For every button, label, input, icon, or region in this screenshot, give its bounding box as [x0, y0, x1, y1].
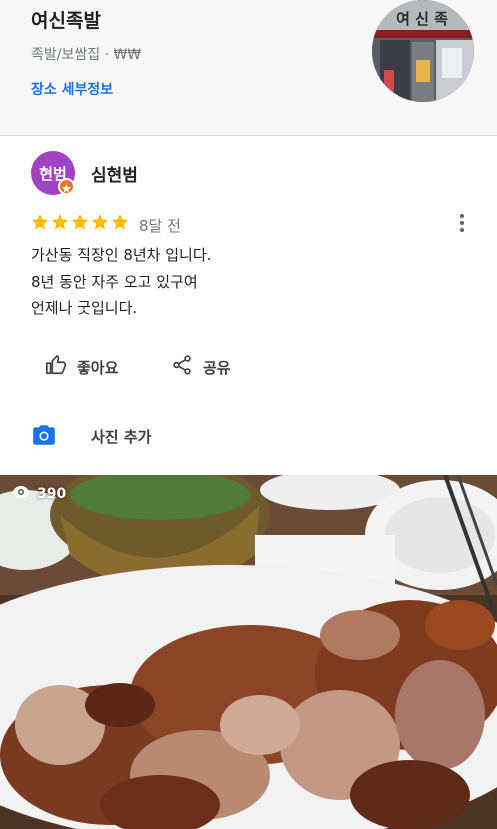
like-label: 좋아요 [77, 358, 119, 377]
local-guide-badge-icon [58, 178, 75, 195]
review-text-line: 언제나 굿입니다. [31, 299, 138, 317]
share-icon [171, 354, 193, 380]
reviewer-name[interactable]: 심현범 [91, 161, 138, 186]
like-button[interactable]: 좋아요 [45, 352, 118, 382]
place-header: 여신족발 족발/보쌈집 · ₩₩ 장소 세부정보 여 신 족 [0, 0, 497, 136]
add-photo-button[interactable]: 사진 추가 [31, 422, 151, 452]
review-photo[interactable] [0, 475, 497, 829]
share-label: 공유 [203, 358, 231, 377]
star-icon [71, 214, 89, 230]
star-icon [91, 214, 109, 230]
view-count: 390 [12, 485, 66, 503]
review-time: 8달 전 [139, 217, 181, 235]
review-text-line: 8년 동안 자주 오고 있구여 [31, 272, 198, 291]
place-thumbnail[interactable]: 여 신 족 [372, 0, 474, 102]
thumbs-up-icon [45, 354, 67, 380]
share-button[interactable]: 공유 [171, 352, 231, 382]
star-rating [30, 212, 130, 232]
view-count-value: 390 [37, 486, 67, 502]
review-text-line: 가산동 직장인 8년차 입니다. [31, 246, 212, 264]
star-icon [111, 214, 129, 230]
eye-icon [12, 485, 30, 503]
place-name: 여신족발 [31, 10, 101, 32]
place-category: 족발/보쌈집 · ₩₩ [31, 47, 142, 63]
add-photo-label: 사진 추가 [91, 428, 152, 446]
review-text: 가산동 직장인 8년차 입니다. 8년 동안 자주 오고 있구여 언제나 굿입니… [31, 242, 211, 322]
thumbnail-sign-text: 여 신 족 [396, 10, 448, 28]
place-details-link[interactable]: 장소 세부정보 [31, 79, 113, 99]
star-icon [51, 214, 69, 230]
star-icon [31, 214, 49, 230]
more-vert-icon[interactable] [452, 211, 472, 235]
camera-icon [31, 422, 57, 452]
